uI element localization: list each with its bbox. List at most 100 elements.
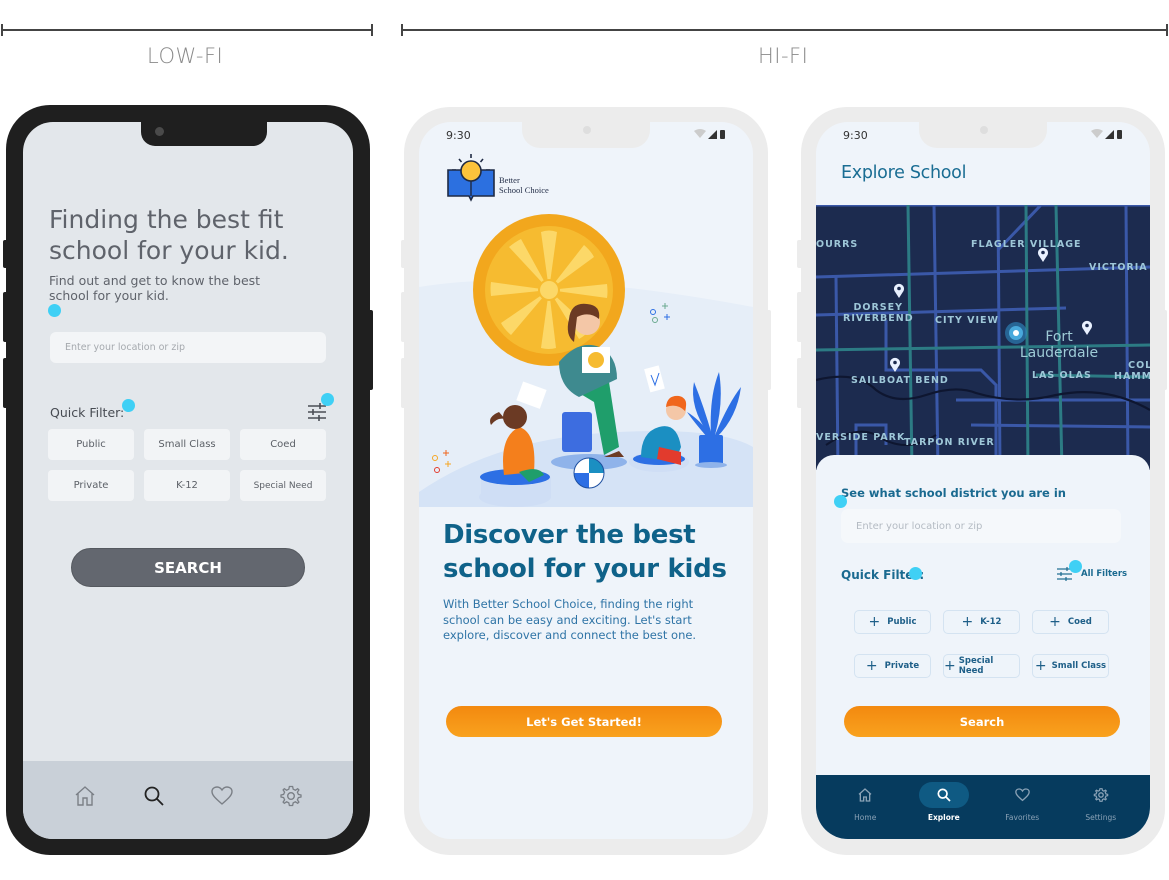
logo-line-2: School Choice [499, 185, 549, 195]
filter-chip-small-class[interactable]: Small Class [144, 429, 230, 460]
filter-chip-k12[interactable]: K-12 [144, 470, 230, 501]
explore-phone-frame: 9:30 Explore School OURRS FLAGLER VILLAG… [801, 107, 1165, 855]
nav-label: Explore [927, 813, 960, 822]
signal-icon [1105, 130, 1114, 139]
camera [583, 126, 591, 134]
heart-icon[interactable] [210, 784, 234, 808]
annotation-dot [834, 495, 847, 508]
map-label: OURRS [816, 239, 859, 250]
lowfi-subtext: Find out and get to know the best school… [49, 273, 261, 303]
map-label: TARPON RIVER [904, 437, 995, 448]
nav-label: Home [854, 813, 877, 822]
status-time: 9:30 [446, 129, 471, 142]
hero-title: Discover the best school for your kids [443, 520, 727, 584]
plus-icon: + [865, 658, 878, 674]
all-filters-label: All Filters [1081, 569, 1128, 579]
search-icon[interactable] [142, 784, 166, 808]
status-icons [1091, 129, 1122, 139]
status-time: 9:30 [843, 129, 868, 142]
filter-chip-special-need[interactable]: Special Need [240, 470, 326, 501]
plus-icon: + [1034, 658, 1047, 674]
lowfi-search-button[interactable]: SEARCH [71, 548, 305, 587]
annotation-dot [48, 304, 61, 317]
nav-home[interactable]: Home [835, 775, 895, 839]
explore-page-title: Explore School [841, 163, 967, 183]
map-pin-icon[interactable] [1081, 320, 1093, 335]
explore-bottom-nav: Home Explore Favorites Settings [816, 775, 1150, 839]
get-started-button[interactable]: Let's Get Started! [446, 706, 722, 737]
lowfi-section-label: LOW-FI [147, 44, 224, 68]
filter-chip-special-need[interactable]: + Special Need [943, 654, 1020, 678]
nav-favorites[interactable]: Favorites [992, 775, 1052, 839]
chip-label: Public [887, 617, 917, 627]
phone-notch [522, 122, 650, 148]
chip-label: K-12 [980, 617, 1002, 627]
map-pin-icon[interactable] [889, 357, 901, 372]
phone-notch [141, 122, 267, 146]
map-pin-icon[interactable] [1037, 247, 1049, 262]
filter-chip-coed[interactable]: + Coed [1032, 610, 1109, 634]
chip-label: Private [884, 661, 920, 671]
nav-explore[interactable]: Explore [914, 775, 974, 839]
annotation-dot [321, 393, 334, 406]
wifi-icon [694, 129, 706, 138]
gear-icon [1093, 788, 1109, 802]
lowfi-location-input[interactable] [50, 332, 326, 363]
nav-settings[interactable]: Settings [1071, 775, 1131, 839]
welcome-phone-frame: 9:30 Better School Choice Discover the b… [404, 107, 768, 855]
explore-location-input[interactable] [841, 509, 1121, 543]
hero-description: With Better School Choice, finding the r… [443, 597, 697, 642]
filter-chip-public[interactable]: Public [48, 429, 134, 460]
welcome-screen: 9:30 Better School Choice Discover the b… [419, 122, 753, 839]
map-pin-icon[interactable] [893, 283, 905, 298]
school-map[interactable]: OURRS FLAGLER VILLAGE VICTORIA DORSEY RIV… [816, 205, 1150, 470]
camera [980, 126, 988, 134]
plus-icon: + [961, 614, 974, 630]
logo-line-1: Better [499, 175, 520, 185]
wifi-icon [1091, 129, 1103, 138]
explore-screen: 9:30 Explore School OURRS FLAGLER VILLAG… [816, 122, 1150, 839]
nav-label: Settings [1085, 813, 1117, 822]
filter-chip-private[interactable]: + Private [854, 654, 931, 678]
home-icon [858, 788, 872, 802]
map-label: VICTORIA [1089, 262, 1148, 273]
lowfi-bottom-nav [23, 761, 353, 839]
lowfi-quick-filter-label: Quick Filter: [50, 405, 125, 420]
filter-chip-coed[interactable]: Coed [240, 429, 326, 460]
map-label: CITY VIEW [935, 315, 1000, 326]
battery-icon [1117, 130, 1122, 139]
annotation-dot [122, 399, 135, 412]
nav-label: Favorites [1005, 813, 1040, 822]
home-icon[interactable] [73, 784, 97, 808]
annotation-dot [1069, 560, 1082, 573]
logo-text: Better School Choice [499, 175, 549, 195]
map-label: COL HAMM [1114, 360, 1150, 382]
current-location-icon[interactable] [1004, 321, 1028, 345]
search-icon [937, 788, 951, 802]
battery-icon [720, 130, 725, 139]
chip-label: Special Need [958, 656, 994, 676]
teacher-kids-illustration [419, 214, 753, 507]
lowfi-phone-frame: Finding the best fit school for your kid… [6, 105, 370, 855]
camera [155, 127, 164, 136]
filter-chip-small-class[interactable]: + Small Class [1032, 654, 1109, 678]
lowfi-filter-grid: Public Small Class Coed Private K-12 Spe… [48, 429, 328, 501]
signal-icon [708, 130, 717, 139]
status-icons [694, 129, 725, 139]
plus-icon: + [868, 614, 881, 630]
chip-label: Coed [1067, 617, 1092, 627]
gear-icon[interactable] [279, 784, 303, 808]
better-school-choice-logo [447, 154, 495, 202]
chip-label: Small Class [1051, 661, 1107, 671]
filter-chip-public[interactable]: + Public [854, 610, 931, 634]
filter-chip-private[interactable]: Private [48, 470, 134, 501]
map-label: VERSIDE PARK [816, 432, 906, 443]
map-label: FLAGLER VILLAGE [971, 239, 1082, 250]
annotation-dot [909, 567, 922, 580]
all-filters-button[interactable]: All Filters [1056, 567, 1127, 581]
explore-search-button[interactable]: Search [844, 706, 1120, 737]
lowfi-headline: Finding the best fit school for your kid… [49, 205, 289, 265]
filter-chip-k12[interactable]: + K-12 [943, 610, 1020, 634]
map-label: SAILBOAT BEND [851, 375, 949, 386]
plus-icon: + [1049, 614, 1061, 630]
